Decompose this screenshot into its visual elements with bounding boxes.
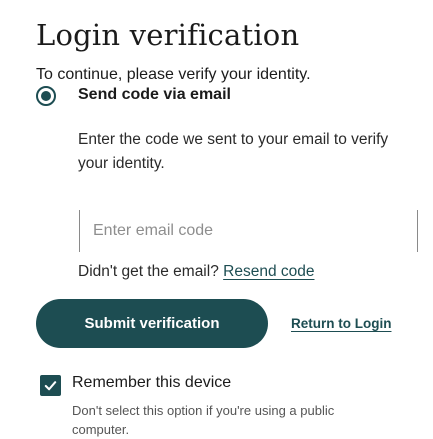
remember-device-label: Remember this device — [72, 374, 232, 391]
resend-code-link[interactable]: Resend code — [223, 263, 314, 280]
method-option-email[interactable]: Send code via email — [36, 82, 231, 108]
email-code-input[interactable] — [79, 210, 418, 252]
checkmark-icon — [44, 381, 57, 391]
return-to-login-link[interactable]: Return to Login — [291, 316, 391, 331]
page-title: Login verification — [36, 18, 300, 52]
radio-selected-icon[interactable] — [36, 86, 56, 106]
radio-dot — [41, 91, 51, 101]
resend-row: Didn't get the email? Resend code — [78, 263, 314, 281]
submit-verification-button[interactable]: Submit verification — [36, 299, 268, 348]
method-instructions: Enter the code we sent to your email to … — [78, 131, 389, 172]
resend-prompt: Didn't get the email? — [78, 263, 219, 280]
login-verification-page: Login verification To continue, please v… — [0, 0, 433, 437]
remember-device-checkbox[interactable] — [40, 375, 61, 396]
remember-device-help: Don't select this option if you're using… — [72, 403, 335, 437]
method-option-label: Send code via email — [78, 86, 231, 103]
